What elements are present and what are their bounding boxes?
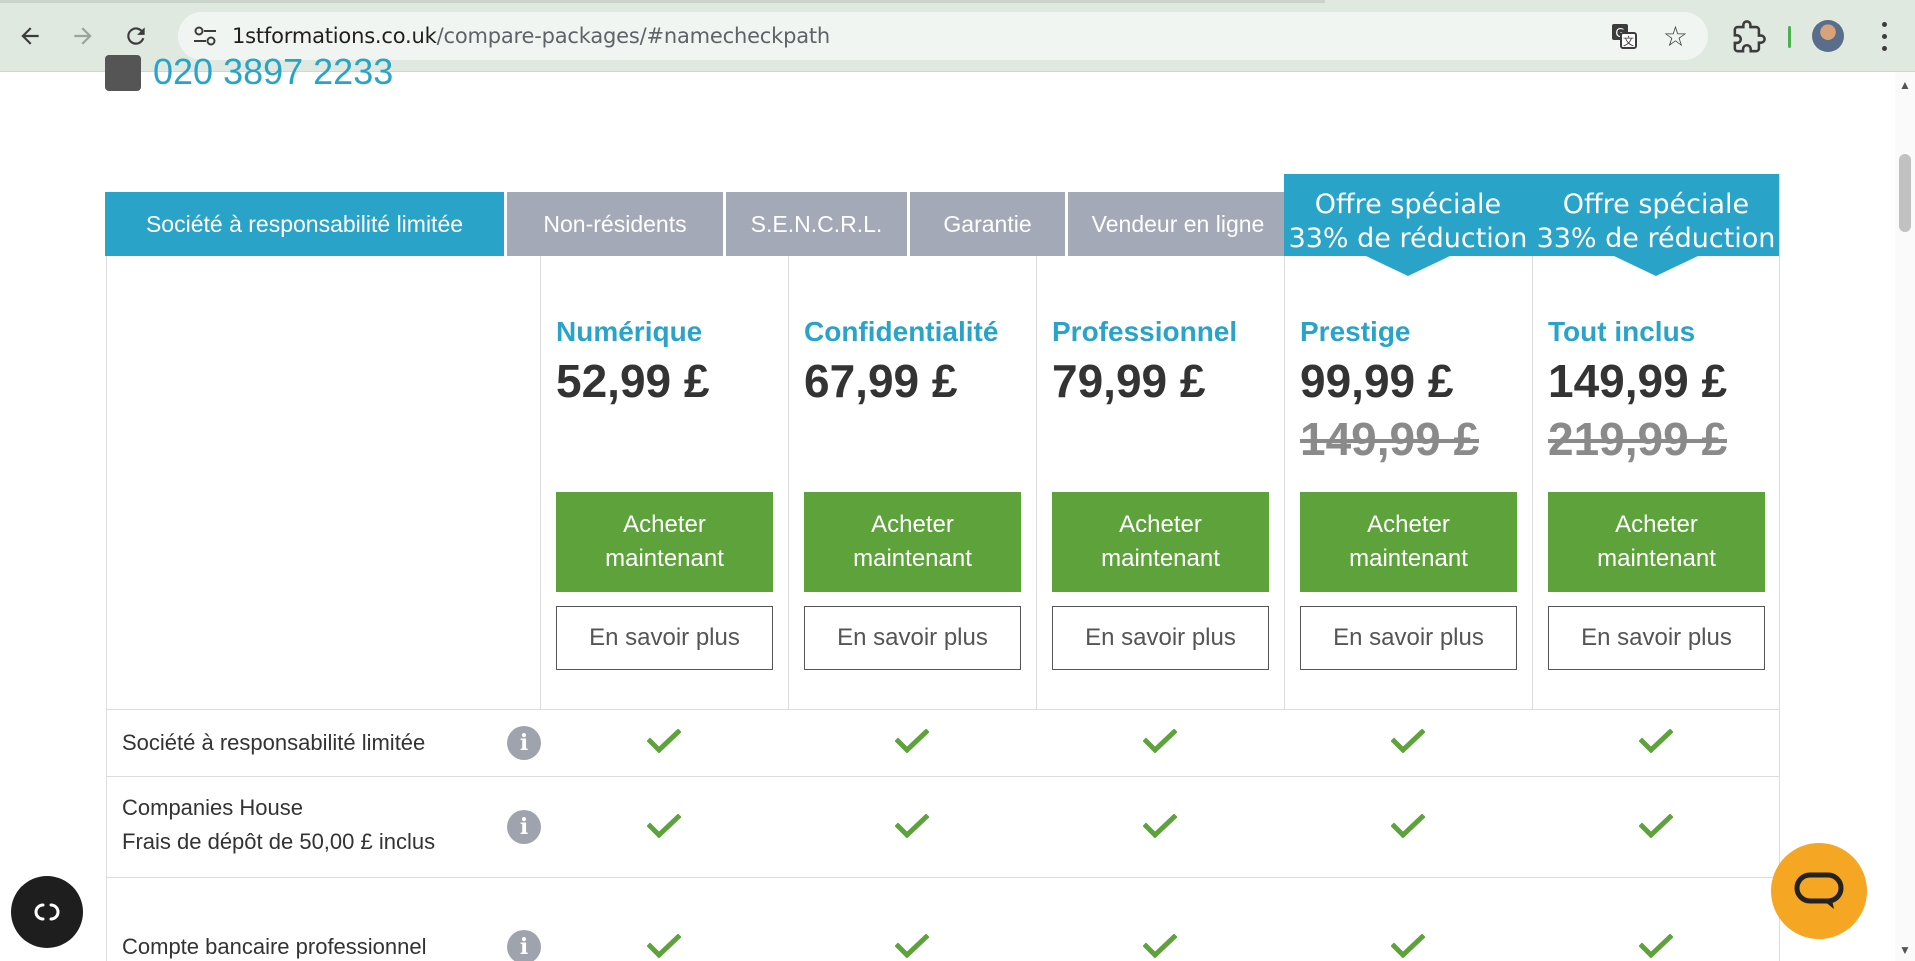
special-offer-ribbon: Offre spéciale 33% de réduction <box>1284 174 1532 276</box>
plan-price: 79,99 £ <box>1052 355 1206 407</box>
browser-menu-icon[interactable] <box>1874 18 1894 54</box>
cookie-settings-button[interactable] <box>11 876 83 948</box>
buy-now-button[interactable]: Acheter maintenant <box>1052 492 1269 592</box>
check-icon <box>1390 933 1426 959</box>
table-border-right <box>1779 174 1780 961</box>
plan-name: Tout inclus <box>1548 316 1696 347</box>
plan-price: 99,99 £ <box>1300 355 1454 407</box>
svg-text:文: 文 <box>1623 34 1634 48</box>
buy-now-button[interactable]: Acheter maintenant <box>804 492 1021 592</box>
extensions-icon[interactable] <box>1732 20 1766 54</box>
phone-number[interactable]: 020 3897 2233 <box>153 51 393 93</box>
check-icon <box>1638 728 1674 754</box>
learn-more-button[interactable]: En savoir plus <box>556 606 773 670</box>
plan-price: 52,99 £ <box>556 355 710 407</box>
scroll-up-arrow-icon[interactable]: ▲ <box>1899 78 1911 92</box>
bookmark-star-icon[interactable]: ☆ <box>1663 20 1688 53</box>
phone-icon <box>105 55 141 91</box>
check-icon <box>1142 728 1178 754</box>
offer-title: Offre spéciale <box>1562 189 1750 220</box>
check-icon <box>894 813 930 839</box>
page-scrollbar[interactable]: ▲ ▼ <box>1895 72 1915 961</box>
check-icon <box>1390 728 1426 754</box>
profile-avatar[interactable] <box>1812 20 1844 52</box>
column-divider <box>788 256 789 710</box>
learn-more-button[interactable]: En savoir plus <box>1300 606 1517 670</box>
toolbar-divider <box>1788 26 1791 48</box>
learn-more-button[interactable]: En savoir plus <box>1052 606 1269 670</box>
address-bar[interactable]: 1stformations.co.uk/compare-packages/#na… <box>178 12 1708 60</box>
column-divider <box>1284 256 1285 710</box>
contact-phone: 020 3897 2233 <box>105 51 393 98</box>
plan-price: 67,99 £ <box>804 355 958 407</box>
tab-llp[interactable]: S.E.N.C.R.L. <box>726 192 907 256</box>
chat-bubble-icon <box>1794 872 1844 909</box>
feature-label: Compte bancaire professionnel <box>122 934 427 959</box>
check-icon <box>1638 813 1674 839</box>
check-icon <box>1638 933 1674 959</box>
plan-name: Prestige <box>1300 316 1411 347</box>
reload-icon[interactable] <box>116 16 156 56</box>
plan-name: Numérique <box>556 316 703 347</box>
check-icon <box>894 728 930 754</box>
feature-label: Companies House Frais de dépôt de 50,00 £… <box>122 795 436 854</box>
offer-discount: 33% de réduction <box>1536 223 1776 254</box>
cookie-icon <box>34 903 60 921</box>
back-arrow-icon[interactable] <box>10 16 50 56</box>
buy-now-button[interactable]: Acheter maintenant <box>1548 492 1765 592</box>
info-icon[interactable]: i <box>507 726 541 760</box>
column-divider <box>1036 256 1037 710</box>
info-icon[interactable]: i <box>507 930 541 961</box>
plan-old-price: 149,99 £ <box>1300 413 1480 465</box>
url-text: 1stformations.co.uk/compare-packages/#na… <box>232 24 831 48</box>
site-settings-icon[interactable] <box>192 24 218 48</box>
check-icon <box>1142 813 1178 839</box>
feature-row: Société à responsabilité limitée i <box>107 710 1779 776</box>
plan-name: Confidentialité <box>804 316 999 347</box>
offer-title: Offre spéciale <box>1314 189 1502 220</box>
forward-arrow-icon[interactable] <box>63 16 103 56</box>
tab-online-seller[interactable]: Vendeur en ligne <box>1068 192 1288 256</box>
buy-now-button[interactable]: Acheter maintenant <box>556 492 773 592</box>
check-icon <box>1142 933 1178 959</box>
chat-button[interactable] <box>1771 843 1867 939</box>
feature-label: Société à responsabilité limitée <box>122 730 426 755</box>
check-icon <box>894 933 930 959</box>
feature-row: Companies House Frais de dépôt de 50,00 £… <box>107 777 1779 877</box>
special-offer-ribbon: Offre spéciale 33% de réduction <box>1532 174 1780 276</box>
translate-icon[interactable]: G 文 <box>1610 22 1638 50</box>
check-icon <box>646 813 682 839</box>
info-icon[interactable]: i <box>507 810 541 844</box>
learn-more-button[interactable]: En savoir plus <box>1548 606 1765 670</box>
tab-non-residents[interactable]: Non-résidents <box>507 192 723 256</box>
plan-name: Professionnel <box>1052 316 1238 347</box>
scroll-down-arrow-icon[interactable]: ▼ <box>1899 943 1911 957</box>
offer-discount: 33% de réduction <box>1288 223 1528 254</box>
tab-ltd[interactable]: Société à responsabilité limitée <box>105 192 504 256</box>
column-divider <box>540 256 541 710</box>
check-icon <box>646 933 682 959</box>
scrollbar-thumb[interactable] <box>1899 154 1911 232</box>
loading-bar <box>0 0 1325 3</box>
buy-now-button[interactable]: Acheter maintenant <box>1300 492 1517 592</box>
plan-old-price: 219,99 £ <box>1548 413 1728 465</box>
check-icon <box>646 728 682 754</box>
plan-price: 149,99 £ <box>1548 355 1728 407</box>
feature-row: Compte bancaire professionnel i <box>107 878 1779 961</box>
learn-more-button[interactable]: En savoir plus <box>804 606 1021 670</box>
tab-guarantee[interactable]: Garantie <box>910 192 1065 256</box>
column-divider <box>1532 256 1533 710</box>
check-icon <box>1390 813 1426 839</box>
